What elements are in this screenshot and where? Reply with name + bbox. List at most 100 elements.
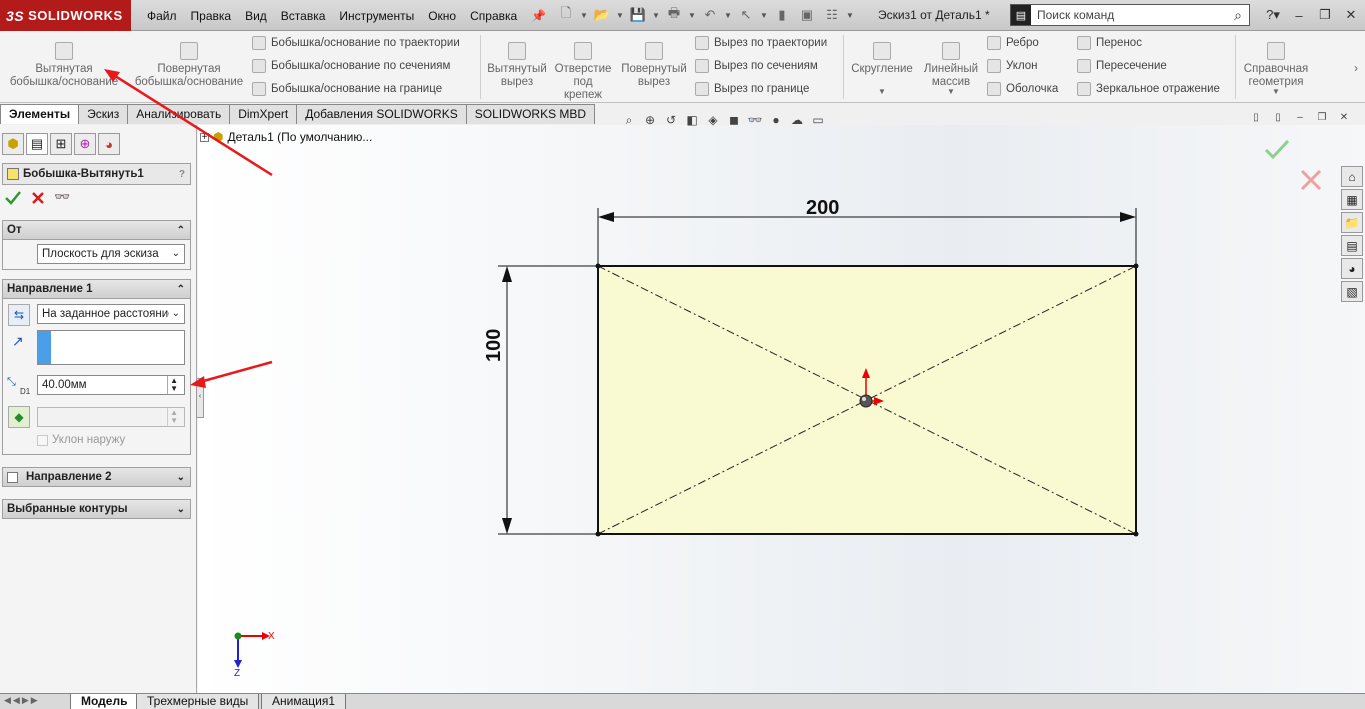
search-input[interactable]: Поиск команд xyxy=(1031,8,1227,22)
open-icon[interactable]: 📂 xyxy=(591,5,613,25)
tab-scroll-icon[interactable]: ◀◀▶▶ xyxy=(4,695,40,706)
direction2-checkbox[interactable] xyxy=(7,471,18,483)
ok-icon[interactable] xyxy=(4,190,22,206)
chevron-down-icon[interactable]: ▼ xyxy=(760,11,768,20)
hide-show-icon[interactable]: 👓 xyxy=(746,113,764,127)
tab-model[interactable]: Модель xyxy=(70,694,139,709)
boundary-boss-button[interactable]: Бобышка/основание на границе xyxy=(252,79,442,99)
wrap-button[interactable]: Перенос xyxy=(1077,33,1142,53)
revolve-boss-button[interactable]: Повернутая бобышка/основание xyxy=(130,39,248,89)
height-dimension[interactable]: 100 xyxy=(483,329,505,362)
extruded-cut-button[interactable]: Вытянутый вырез xyxy=(484,39,550,89)
tab-animation[interactable]: Анимация1 xyxy=(261,694,347,709)
revolved-cut-button[interactable]: Повернутый вырез xyxy=(618,39,690,89)
chevron-down-icon[interactable]: ▼ xyxy=(846,11,854,20)
viewport-minimize-icon[interactable]: – xyxy=(1292,112,1308,126)
reference-geometry-button[interactable]: Справочная геометрия xyxy=(1240,39,1312,89)
print-icon[interactable]: 🖶 xyxy=(663,5,685,25)
save-icon[interactable]: 💾 xyxy=(627,5,649,25)
scene-icon[interactable]: ☁ xyxy=(788,113,806,127)
loft-boss-button[interactable]: Бобышка/основание по сечениям xyxy=(252,56,450,76)
menu-tools[interactable]: Инструменты xyxy=(332,9,421,23)
command-search[interactable]: ▤ Поиск команд ⌕ xyxy=(1010,4,1250,26)
section-view-icon[interactable]: ◧ xyxy=(683,113,701,127)
help-icon[interactable]: ? xyxy=(179,169,185,180)
boundary-cut-button[interactable]: Вырез по границе xyxy=(695,79,809,99)
minimize-button[interactable]: – xyxy=(1288,8,1310,23)
extrude-boss-button[interactable]: Вытянутая бобышка/основание xyxy=(8,39,120,89)
draft-toggle-icon[interactable]: ◆ xyxy=(8,406,30,428)
width-dimension[interactable]: 200 xyxy=(806,197,839,219)
configuration-manager-tab-icon[interactable]: ⊞ xyxy=(50,133,72,155)
confirm-ok-icon[interactable] xyxy=(1262,136,1292,164)
cancel-icon[interactable] xyxy=(30,190,46,206)
chevron-down-icon[interactable]: ▼ xyxy=(652,11,660,20)
shell-button[interactable]: Оболочка xyxy=(987,79,1058,99)
new-document-icon[interactable]: 🗋 xyxy=(555,5,577,25)
expand-icon[interactable]: + xyxy=(200,132,209,142)
from-select[interactable]: Плоскость для эскиза ⌄ xyxy=(37,244,185,264)
menu-insert[interactable]: Вставка xyxy=(274,9,333,23)
display-style-icon[interactable]: ◼ xyxy=(725,113,743,127)
menu-help[interactable]: Справка xyxy=(463,9,524,23)
chevron-down-icon[interactable]: ▼ xyxy=(688,11,696,20)
collapse-icon[interactable]: ⌃ xyxy=(177,225,185,236)
menu-file[interactable]: Файл xyxy=(140,9,184,23)
preview-glasses-icon[interactable]: 👓 xyxy=(54,189,70,205)
tab-evaluate[interactable]: Анализировать xyxy=(127,104,231,124)
chevron-down-icon[interactable]: ▼ xyxy=(947,87,955,96)
origin-icon[interactable] xyxy=(859,394,873,408)
direction2-section-header[interactable]: Направление 2 ⌄ xyxy=(2,467,191,487)
expand-icon[interactable]: ⌄ xyxy=(177,472,185,483)
tab-dimxpert[interactable]: DimXpert xyxy=(229,104,298,124)
menu-view[interactable]: Вид xyxy=(238,9,274,23)
chevron-right-icon[interactable]: › xyxy=(1354,61,1358,75)
tab-mbd[interactable]: SOLIDWORKS MBD xyxy=(465,104,596,124)
end-condition-select[interactable]: На заданное расстояние ⌄ xyxy=(37,304,185,324)
sweep-boss-button[interactable]: Бобышка/основание по траектории xyxy=(252,33,460,53)
file-explorer-icon[interactable]: ▤ xyxy=(1341,235,1363,256)
confirm-cancel-icon[interactable] xyxy=(1298,167,1324,193)
draft-outward-checkbox[interactable] xyxy=(37,435,48,446)
chevron-down-icon[interactable]: ▼ xyxy=(616,11,624,20)
fillet-button[interactable]: Скругление xyxy=(848,39,916,76)
swept-cut-button[interactable]: Вырез по траектории xyxy=(695,33,827,53)
dimxpert-manager-tab-icon[interactable]: ⊕ xyxy=(74,133,96,155)
tab-addins[interactable]: Добавления SOLIDWORKS xyxy=(296,104,467,124)
home-icon[interactable]: ⌂ xyxy=(1341,166,1363,187)
viewport-menu-icon[interactable]: ▯ xyxy=(1248,112,1264,126)
tab-sketch[interactable]: Эскиз xyxy=(78,104,129,124)
feature-manager-tab-icon[interactable]: ⬢ xyxy=(2,133,24,155)
design-library-icon[interactable]: 📁 xyxy=(1341,212,1363,233)
panel-collapse-handle[interactable]: ‹ ‹ xyxy=(196,378,204,418)
draft-button[interactable]: Уклон xyxy=(987,56,1038,76)
search-icon[interactable]: ⌕ xyxy=(1227,7,1249,24)
previous-view-icon[interactable]: ↺ xyxy=(662,113,680,127)
direction1-section-header[interactable]: Направление 1 ⌃ xyxy=(2,279,191,299)
zoom-to-fit-icon[interactable]: ⌕ xyxy=(620,113,638,128)
lofted-cut-button[interactable]: Вырез по сечениям xyxy=(695,56,818,76)
menu-edit[interactable]: Правка xyxy=(184,9,239,23)
chevron-down-icon[interactable]: ▼ xyxy=(724,11,732,20)
zoom-area-icon[interactable]: ⊕ xyxy=(641,113,659,127)
menu-window[interactable]: Окно xyxy=(421,9,463,23)
appearance-icon[interactable]: ● xyxy=(767,113,785,127)
rib-button[interactable]: Ребро xyxy=(987,33,1039,53)
viewport-close-icon[interactable]: ✕ xyxy=(1336,112,1352,126)
select-icon[interactable]: ↖ xyxy=(735,5,757,25)
file-properties-icon[interactable]: ▣ xyxy=(796,5,818,25)
pin-icon[interactable]: 📌 xyxy=(524,9,553,23)
appearances-icon[interactable]: ◕ xyxy=(1341,258,1363,279)
undo-icon[interactable]: ↶ xyxy=(699,5,721,25)
contours-section-header[interactable]: Выбранные контуры ⌄ xyxy=(2,499,191,519)
depth-input[interactable]: 40.00мм ▲ ▼ xyxy=(37,375,185,395)
chevron-down-icon[interactable]: ▼ xyxy=(580,11,588,20)
viewport-restore-icon[interactable]: ❐ xyxy=(1314,112,1330,126)
view-settings-icon[interactable]: ▭ xyxy=(809,113,827,127)
chevron-down-icon[interactable]: ▼ xyxy=(878,87,886,96)
from-section-header[interactable]: От ⌃ xyxy=(2,220,191,240)
tab-3d-views[interactable]: Трехмерные виды xyxy=(136,694,260,709)
search-scope-icon[interactable]: ▤ xyxy=(1011,5,1031,25)
feature-tree-flyout[interactable]: + ⬢ Деталь1 (По умолчанию... xyxy=(200,130,372,144)
hole-wizard-button[interactable]: Отверстие под крепеж xyxy=(552,39,614,102)
